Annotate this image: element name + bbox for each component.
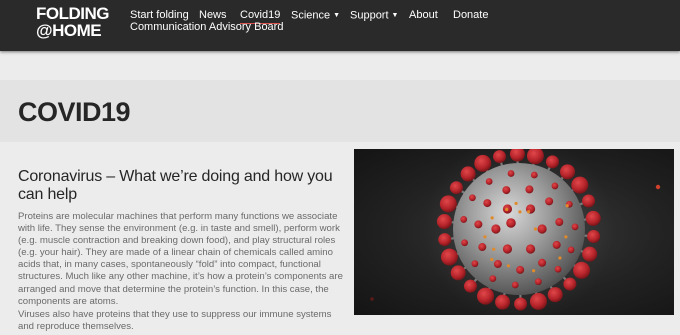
nav-support[interactable]: Support ▼ xyxy=(350,9,398,22)
viruses-paragraph: Viruses also have proteins that they use… xyxy=(18,309,332,333)
intro-paragraph: Proteins are molecular machines that per… xyxy=(18,211,343,307)
coronavirus-illustration xyxy=(354,149,674,315)
folding-at-home-logo[interactable]: FOLDING @HOME xyxy=(36,4,110,40)
page-title: COVID19 xyxy=(18,97,131,127)
nav-support-label: Support xyxy=(350,9,389,22)
nav-science-label: Science xyxy=(291,9,331,22)
nav-communication-advisory-board[interactable]: Communication Advisory Board xyxy=(130,21,283,34)
logo-line-2: @HOME xyxy=(36,21,102,40)
nav-about[interactable]: About xyxy=(409,9,438,22)
nav-science[interactable]: Science ▼ xyxy=(291,9,340,22)
top-navigation-bar: FOLDING @HOME Start folding News Covid19… xyxy=(0,0,680,51)
caret-down-icon: ▼ xyxy=(333,12,341,19)
caret-down-icon: ▼ xyxy=(391,12,399,19)
coronavirus-image xyxy=(370,149,661,315)
logo-line-1: FOLDING xyxy=(36,4,110,23)
virus-body xyxy=(453,163,585,295)
section-heading: Coronavirus – What we’re doing and how y… xyxy=(18,168,333,203)
nav-donate[interactable]: Donate xyxy=(453,9,488,22)
